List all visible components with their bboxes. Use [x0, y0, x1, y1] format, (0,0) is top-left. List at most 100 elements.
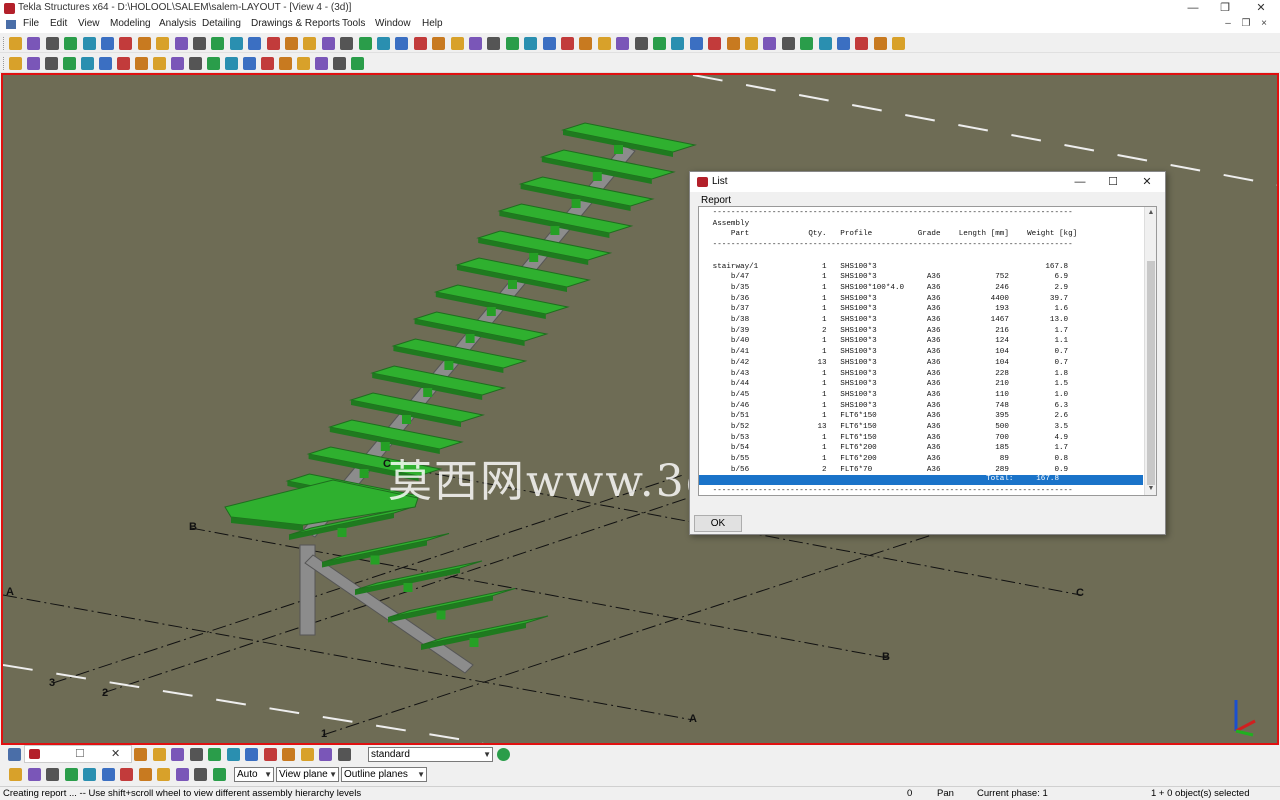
toolbar-tool-icon[interactable] [189, 748, 203, 761]
report-selected-line[interactable]: Total: 167.8 [699, 475, 1143, 485]
toolbar-tool-icon[interactable] [9, 768, 22, 781]
toolbar-tool-icon[interactable] [9, 57, 22, 70]
menu-edit[interactable]: Edit [50, 18, 67, 29]
toolbar-tool-icon[interactable] [781, 37, 795, 50]
toolbar-tool-icon[interactable] [333, 57, 346, 70]
select-pointer-icon[interactable] [8, 748, 21, 761]
toolbar-tool-icon[interactable] [505, 37, 519, 50]
toolbar-grip[interactable] [3, 37, 6, 50]
toolbar-tool-icon[interactable] [800, 37, 814, 50]
toolbar-tool-icon[interactable] [212, 768, 226, 781]
toolbar-tool-icon[interactable] [9, 37, 22, 50]
toolbar-tool-icon[interactable] [120, 768, 133, 781]
toolbar-tool-icon[interactable] [189, 57, 202, 70]
menu-tools[interactable]: Tools [342, 18, 365, 29]
toolbar-tool-icon[interactable] [83, 768, 96, 781]
toolbar-tool-icon[interactable] [134, 748, 147, 761]
toolbar-tool-icon[interactable] [117, 57, 130, 70]
toolbar-tool-icon[interactable] [818, 37, 832, 50]
menu-file[interactable]: File [23, 18, 39, 29]
dialog-maximize-button[interactable]: ☐ [1103, 174, 1123, 190]
toolbar-tool-icon[interactable] [193, 37, 206, 50]
toolbar-tool-icon[interactable] [671, 37, 685, 50]
toolbar-tool-icon[interactable] [358, 37, 372, 50]
toolbar-tool-icon[interactable] [487, 37, 501, 50]
toolbar-grip[interactable] [3, 57, 6, 70]
toolbar-tool-icon[interactable] [152, 748, 166, 761]
toolbar-tool-icon[interactable] [81, 57, 94, 70]
toolbar-tool-icon[interactable] [634, 37, 648, 50]
toolbar-tool-icon[interactable] [745, 37, 758, 50]
toolbar-tool-icon[interactable] [542, 37, 556, 50]
toolbar-tool-icon[interactable] [432, 37, 446, 50]
toolbar-tool-icon[interactable] [211, 37, 225, 50]
toolbar-tool-icon[interactable] [101, 37, 114, 50]
toolbar-tool-icon[interactable] [138, 768, 152, 781]
toolbar-tool-icon[interactable] [46, 768, 59, 781]
scroll-down-arrow-icon[interactable]: ▼ [1145, 483, 1156, 495]
toolbar-tool-icon[interactable] [873, 37, 887, 50]
ok-button[interactable]: OK [694, 515, 742, 532]
toolbar-tool-icon[interactable] [175, 768, 189, 781]
report-menu[interactable]: Report [701, 195, 731, 206]
toolbar-tool-icon[interactable] [64, 37, 78, 50]
toolbar-tool-icon[interactable] [579, 37, 593, 50]
toolbar-tool-icon[interactable] [377, 37, 390, 50]
toolbar-tool-icon[interactable] [285, 37, 298, 50]
toolbar-tool-icon[interactable] [616, 37, 630, 50]
menu-help[interactable]: Help [422, 18, 443, 29]
toolbar-tool-icon[interactable] [892, 37, 906, 50]
toolbar-tool-icon[interactable] [300, 748, 314, 761]
scroll-thumb[interactable] [1147, 261, 1155, 485]
stair-treads[interactable] [285, 122, 697, 650]
scroll-up-arrow-icon[interactable]: ▲ [1145, 207, 1156, 219]
outline-select[interactable]: Outline planes ▼ [341, 767, 427, 782]
toolbar-tool-icon[interactable] [469, 37, 482, 50]
toolbar-tool-icon[interactable] [174, 37, 188, 50]
toolbar-tool-icon[interactable] [261, 57, 274, 70]
report-text-area[interactable]: ----------------------------------------… [698, 206, 1157, 496]
toolbar-tool-icon[interactable] [45, 37, 59, 50]
toolbar-tool-icon[interactable] [157, 768, 170, 781]
toolbar-tool-icon[interactable] [64, 768, 78, 781]
filter-settings-icon[interactable] [497, 748, 510, 761]
status-phase[interactable]: Current phase: 1 [977, 788, 1048, 799]
toolbar-tool-icon[interactable] [837, 37, 850, 50]
toolbar-tool-icon[interactable] [337, 748, 351, 761]
dialog-title-bar[interactable]: List — ☐ ✕ [690, 172, 1165, 192]
stair-tread[interactable] [420, 615, 549, 646]
selection-filter-select[interactable]: standard ▼ [368, 747, 493, 762]
dialog-minimize-button[interactable]: — [1070, 174, 1090, 190]
menu-modeling[interactable]: Modeling [110, 18, 151, 29]
toolbar-tool-icon[interactable] [315, 57, 328, 70]
toolbar-tool-icon[interactable] [282, 748, 295, 761]
toolbar-tool-icon[interactable] [207, 57, 220, 70]
report-scrollbar[interactable]: ▲ ▼ [1144, 207, 1156, 495]
toolbar-tool-icon[interactable] [524, 37, 538, 50]
toolbar-tool-icon[interactable] [597, 37, 611, 50]
toolbar-tool-icon[interactable] [340, 37, 354, 50]
toolbar-tool-icon[interactable] [321, 37, 335, 50]
toolbar-tool-icon[interactable] [27, 768, 41, 781]
toolbar-tool-icon[interactable] [27, 37, 41, 50]
toolbar-tool-icon[interactable] [245, 748, 258, 761]
toolbar-tool-icon[interactable] [156, 37, 170, 50]
toolbar-tool-icon[interactable] [135, 57, 148, 70]
toolbar-tool-icon[interactable] [226, 748, 240, 761]
toolbar-tool-icon[interactable] [119, 37, 133, 50]
toolbar-tool-icon[interactable] [243, 57, 256, 70]
restore-button[interactable]: ❐ [1210, 0, 1240, 17]
toolbar-tool-icon[interactable] [45, 57, 58, 70]
app-menu-icon[interactable] [6, 20, 16, 29]
toolbar-tool-icon[interactable] [266, 37, 280, 50]
mdi-minimize-button[interactable]: – [1220, 18, 1236, 29]
menu-drawings-reports[interactable]: Drawings & Reports [251, 18, 340, 29]
toolbar-tool-icon[interactable] [413, 37, 427, 50]
menu-detailing[interactable]: Detailing [202, 18, 241, 29]
minimize-button[interactable]: — [1178, 0, 1208, 17]
toolbar-tool-icon[interactable] [153, 57, 166, 70]
view-tab[interactable]: ☐ ✕ [24, 745, 132, 763]
plane-select[interactable]: View plane ▼ [276, 767, 339, 782]
mdi-close-button[interactable]: × [1256, 18, 1272, 29]
menu-window[interactable]: Window [375, 18, 411, 29]
